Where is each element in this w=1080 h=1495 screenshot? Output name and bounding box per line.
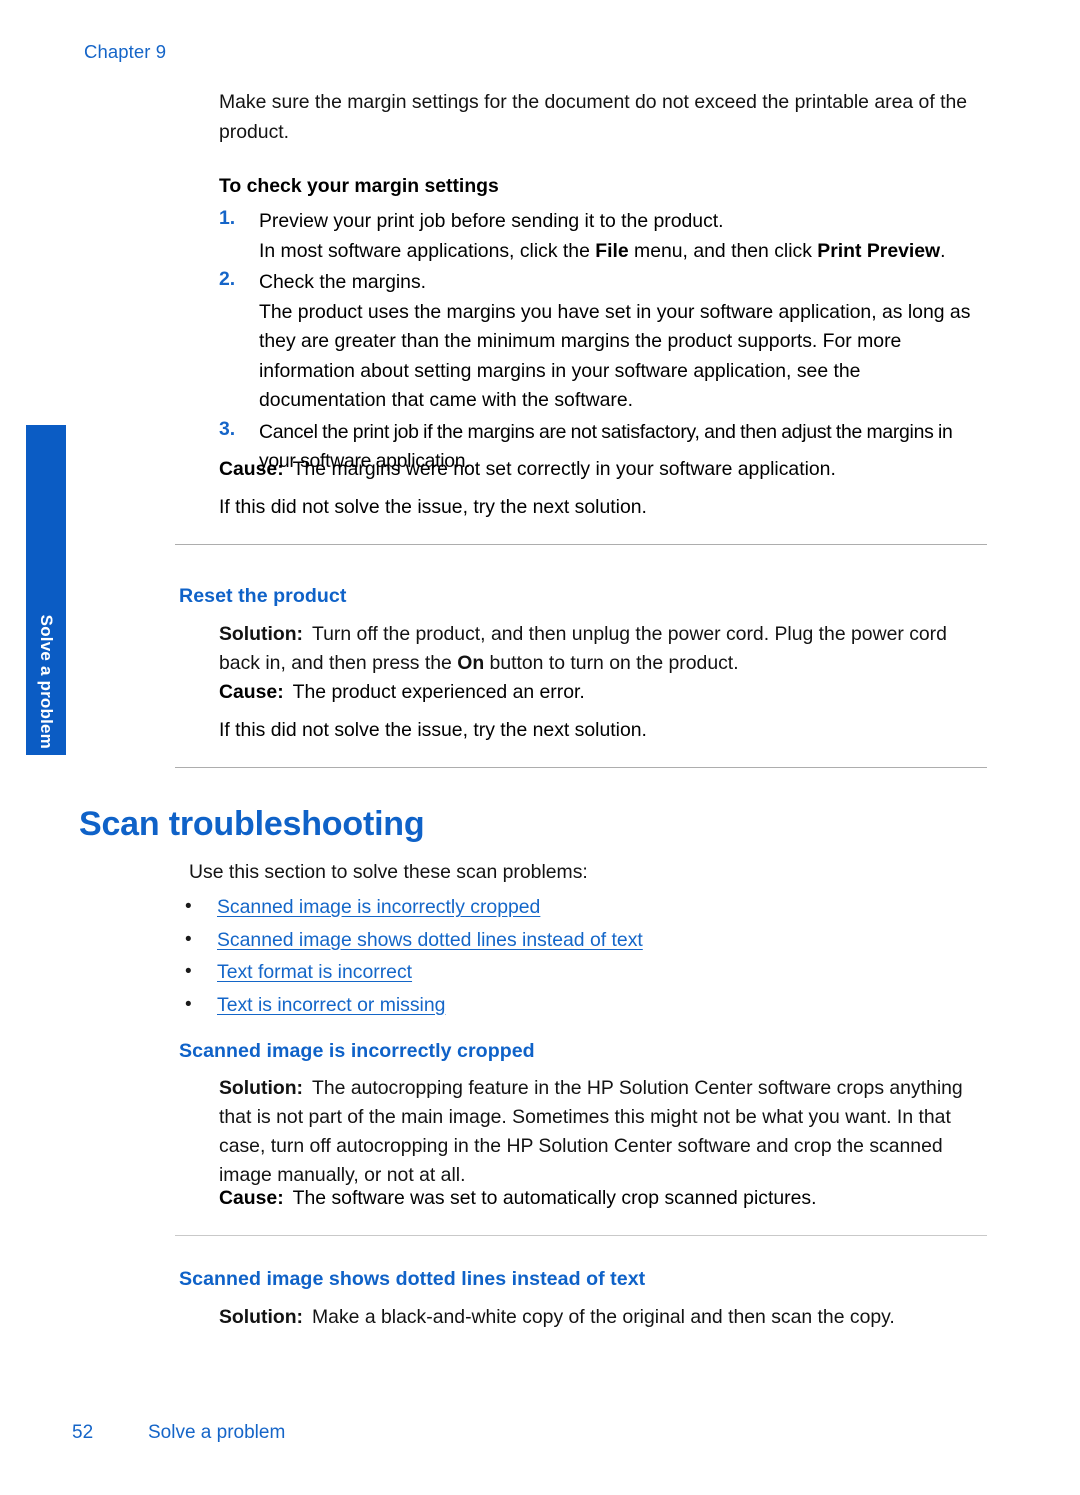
- section-divider: [175, 544, 987, 545]
- cause-block: Cause: The margins were not set correctly…: [219, 455, 987, 485]
- solution-label: Solution:: [219, 623, 304, 645]
- cause-label: Cause:: [219, 1187, 284, 1209]
- next-solution-note: If this did not solve the issue, try the…: [219, 719, 647, 741]
- print-preview-emphasis: Print Preview: [817, 239, 941, 262]
- step-line: Preview your print job before sending it…: [259, 210, 724, 232]
- intro-paragraph: Make sure the margin settings for the do…: [219, 91, 968, 143]
- link-scanned-image-is-incorrectly-cropped[interactable]: Scanned image is incorrectly cropped: [217, 896, 540, 918]
- bullet-icon: •: [185, 961, 192, 982]
- solution-block-reset: Solution: Turn off the product, and then …: [219, 623, 947, 674]
- steps-list: 1. Preview your print job before sending…: [219, 207, 987, 479]
- page-title-scan-troubleshooting: Scan troubleshooting: [79, 805, 425, 843]
- scan-problem-link-list: • Scanned image is incorrectly cropped •…: [179, 892, 969, 1022]
- solution-label: Solution:: [219, 1077, 304, 1099]
- list-item: 1. Preview your print job before sending…: [219, 207, 987, 266]
- step-line: Check the margins.: [259, 271, 427, 293]
- file-menu-emphasis: File: [595, 239, 629, 262]
- bullet-icon: •: [185, 993, 192, 1015]
- list-item: • Scanned image shows dotted lines inste…: [179, 925, 969, 958]
- heading-reset-the-product: Reset the product: [179, 585, 347, 607]
- step-number: 1.: [219, 207, 236, 229]
- procedure-heading-text: To check your margin settings: [219, 175, 499, 197]
- scan-intro-text: Use this section to solve these scan pro…: [189, 861, 588, 883]
- bullet-icon: •: [185, 896, 192, 917]
- bullet-icon: •: [185, 928, 192, 950]
- list-item: 2. Check the margins. The product uses t…: [219, 268, 987, 416]
- list-item: • Scanned image is incorrectly cropped: [179, 892, 969, 925]
- side-tab-label: Solve a problem: [37, 614, 56, 749]
- cause-block: Cause: The software was set to automatica…: [219, 1184, 987, 1214]
- solution-block-dotted: Solution: Make a black-and-white copy of …: [219, 1303, 987, 1332]
- footer-page-number: 52: [72, 1422, 94, 1443]
- cause-text: The software was set to automatically cr…: [292, 1187, 817, 1209]
- next-solution-note: If this did not solve the issue, try the…: [219, 496, 647, 518]
- heading-scanned-image-is-incorrectly-cropped: Scanned image is incorrectly cropped: [179, 1040, 535, 1062]
- step-line-rich: In most software applications, click the…: [259, 239, 946, 262]
- chapter-label: Chapter 9: [84, 41, 167, 62]
- side-tab-solve-a-problem: Solve a problem: [26, 425, 66, 755]
- footer-section-name: Solve a problem: [148, 1422, 286, 1443]
- procedure-heading: To check your margin settings: [219, 175, 987, 198]
- step-number: 2.: [219, 268, 236, 290]
- heading-scanned-image-shows-dotted-lines: Scanned image shows dotted lines instead…: [179, 1268, 646, 1290]
- section-divider: [175, 767, 987, 768]
- link-text-format-is-incorrect[interactable]: Text format is incorrect: [217, 961, 412, 983]
- cause-text: The margins were not set correctly in yo…: [292, 458, 836, 480]
- cause-label: Cause:: [219, 681, 284, 703]
- step-line: The product uses the margins you have se…: [259, 300, 971, 412]
- step-number: 3.: [219, 417, 236, 440]
- cause-text: The product experienced an error.: [292, 681, 585, 703]
- link-text-is-incorrect-or-missing[interactable]: Text is incorrect or missing: [217, 994, 445, 1016]
- solution-text: Make a black-and-white copy of the origi…: [312, 1306, 895, 1328]
- on-button-emphasis: On: [457, 652, 485, 674]
- page-footer: 52 Solve a problem: [72, 1422, 972, 1444]
- link-scanned-image-shows-dotted-lines-instead-of-text[interactable]: Scanned image shows dotted lines instead…: [217, 929, 643, 951]
- cause-label: Cause:: [219, 458, 284, 480]
- solution-label: Solution:: [219, 1306, 304, 1328]
- list-item: • Text is incorrect or missing: [179, 990, 969, 1023]
- section-divider: [175, 1235, 987, 1236]
- solution-block-cropped: Solution: The autocropping feature in the…: [219, 1074, 987, 1190]
- cause-block: Cause: The product experienced an error.: [219, 678, 987, 708]
- solution-text: The autocropping feature in the HP Solut…: [219, 1077, 963, 1186]
- list-item: • Text format is incorrect: [179, 957, 969, 990]
- document-page: Chapter 9 Solve a problem Make sure the …: [0, 0, 1080, 1495]
